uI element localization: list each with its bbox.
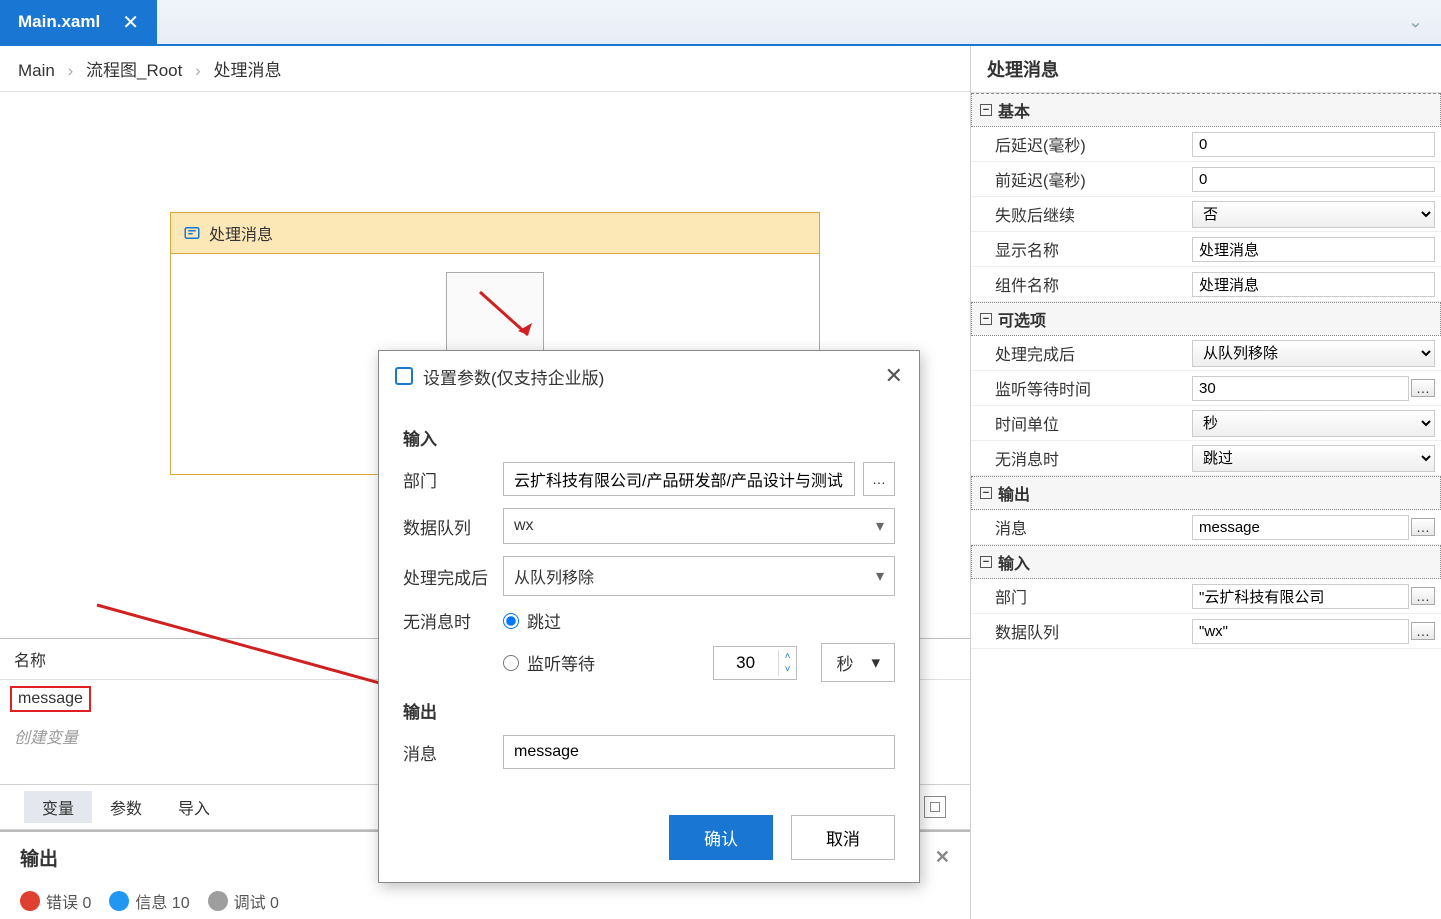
collapse-icon[interactable]: −	[980, 556, 992, 568]
after-combo[interactable]: 从队列移除 ▾	[503, 556, 895, 596]
props-title: 处理消息	[971, 46, 1441, 93]
collapse-icon[interactable]: −	[980, 487, 992, 499]
prop-onfail-label: 失败后继续	[971, 197, 1186, 231]
wait-spinner[interactable]: ˄˅	[713, 646, 798, 680]
tab-variables[interactable]: 变量	[24, 791, 92, 823]
output-title: 输出	[20, 844, 58, 871]
prop-postdelay-input[interactable]	[1192, 132, 1435, 157]
prop-compname-label: 组件名称	[971, 267, 1186, 301]
radio-skip-input[interactable]	[503, 613, 519, 629]
prop-wait-label: 监听等待时间	[971, 371, 1186, 405]
prop-queue-label: 数据队列	[971, 614, 1186, 648]
queue-label: 数据队列	[403, 514, 489, 539]
tab-title: Main.xaml	[18, 12, 100, 32]
close-icon[interactable]: ✕	[935, 847, 950, 868]
set-params-dialog: 设置参数(仅支持企业版) ✕ 输入 部门 … 数据队列 wx ▾ 处理完成后	[378, 350, 920, 883]
tab-bar: Main.xaml ✕ ⌄	[0, 0, 1441, 46]
filter-debug[interactable]: 调试 0	[208, 889, 279, 913]
group-basic[interactable]: −基本	[971, 93, 1441, 127]
properties-panel: 处理消息 −基本 后延迟(毫秒) 前延迟(毫秒) 失败后继续否 显示名称 组件名…	[971, 46, 1441, 919]
cancel-button[interactable]: 取消	[791, 815, 895, 860]
activity-title: 处理消息	[209, 221, 273, 245]
queue-combo[interactable]: wx ▾	[503, 508, 895, 544]
group-output[interactable]: −输出	[971, 476, 1441, 510]
var-message[interactable]: message	[10, 686, 91, 712]
ellipsis-button[interactable]: …	[863, 462, 895, 496]
dialog-title: 设置参数(仅支持企业版)	[423, 364, 604, 389]
radio-wait[interactable]: 监听等待	[503, 650, 595, 675]
error-icon	[20, 891, 40, 911]
tab-params[interactable]: 参数	[92, 791, 160, 823]
close-icon[interactable]: ✕	[885, 363, 903, 389]
section-output: 输出	[403, 698, 895, 723]
crumb-main[interactable]: Main	[18, 61, 55, 80]
prop-predelay-input[interactable]	[1192, 167, 1435, 192]
prop-dept-input[interactable]	[1192, 584, 1409, 609]
msg-input[interactable]	[503, 735, 895, 769]
caret-down-icon: ▾	[876, 516, 884, 536]
ellipsis-button[interactable]: …	[1411, 518, 1435, 536]
prop-dispname-label: 显示名称	[971, 232, 1186, 266]
prop-onfail-select[interactable]: 否	[1192, 201, 1435, 228]
crumb-current: 处理消息	[214, 61, 282, 80]
spin-up-icon[interactable]: ˄	[779, 650, 797, 663]
prop-postdelay-label: 后延迟(毫秒)	[971, 127, 1186, 161]
ellipsis-button[interactable]: …	[1411, 587, 1435, 605]
prop-afterproc-select[interactable]: 从队列移除	[1192, 340, 1435, 367]
spin-down-icon[interactable]: ˅	[779, 663, 797, 676]
ok-button[interactable]: 确认	[669, 815, 773, 860]
msg-label: 消息	[403, 740, 489, 765]
prop-nomsg-label: 无消息时	[971, 441, 1186, 475]
dialog-header[interactable]: 设置参数(仅支持企业版) ✕	[379, 351, 919, 401]
prop-nomsg-select[interactable]: 跳过	[1192, 445, 1435, 472]
collapse-icon[interactable]: −	[980, 104, 992, 116]
fit-screen-icon[interactable]	[924, 796, 946, 818]
breadcrumb: Main › 流程图_Root › 处理消息	[0, 46, 970, 92]
activity-header[interactable]: 处理消息	[171, 213, 819, 254]
dept-input[interactable]	[503, 462, 855, 496]
filter-error[interactable]: 错误 0	[20, 889, 91, 913]
prop-queue-input[interactable]	[1192, 619, 1409, 644]
prop-dept-label: 部门	[971, 579, 1186, 613]
chevron-down-icon[interactable]: ⌄	[1408, 12, 1423, 33]
prop-predelay-label: 前延迟(毫秒)	[971, 162, 1186, 196]
section-input: 输入	[403, 425, 895, 450]
activity-icon	[183, 224, 201, 242]
prop-msg-input[interactable]	[1192, 515, 1409, 540]
prop-msg-label: 消息	[971, 510, 1186, 544]
chevron-right-icon: ›	[195, 61, 201, 80]
prop-timeunit-select[interactable]: 秒	[1192, 410, 1435, 437]
crumb-root[interactable]: 流程图_Root	[86, 61, 182, 80]
dept-label: 部门	[403, 467, 489, 492]
prop-wait-input[interactable]	[1192, 376, 1409, 401]
nomsg-label: 无消息时	[403, 608, 489, 633]
after-label: 处理完成后	[403, 564, 489, 589]
wait-value-input[interactable]	[714, 647, 778, 679]
prop-compname-input[interactable]	[1192, 272, 1435, 297]
tab-import[interactable]: 导入	[160, 791, 228, 823]
collapse-icon[interactable]: −	[980, 313, 992, 325]
prop-afterproc-label: 处理完成后	[971, 336, 1186, 370]
prop-timeunit-label: 时间单位	[971, 406, 1186, 440]
radio-skip[interactable]: 跳过	[503, 608, 561, 633]
debug-icon	[208, 891, 228, 911]
prop-dispname-input[interactable]	[1192, 237, 1435, 262]
group-input[interactable]: −输入	[971, 545, 1441, 579]
caret-down-icon: ▾	[876, 566, 884, 586]
unit-combo[interactable]: 秒 ▾	[821, 643, 895, 682]
ellipsis-button[interactable]: …	[1411, 622, 1435, 640]
info-icon	[109, 891, 129, 911]
output-filters: 错误 0 信息 10 调试 0	[0, 883, 970, 919]
tab-main[interactable]: Main.xaml ✕	[0, 0, 157, 44]
chevron-right-icon: ›	[68, 61, 74, 80]
app-logo-icon	[395, 367, 413, 385]
ellipsis-button[interactable]: …	[1411, 379, 1435, 397]
close-icon[interactable]: ✕	[122, 10, 139, 35]
caret-down-icon: ▾	[871, 653, 880, 673]
filter-info[interactable]: 信息 10	[109, 889, 189, 913]
group-optional[interactable]: −可选项	[971, 302, 1441, 336]
radio-wait-input[interactable]	[503, 655, 519, 671]
